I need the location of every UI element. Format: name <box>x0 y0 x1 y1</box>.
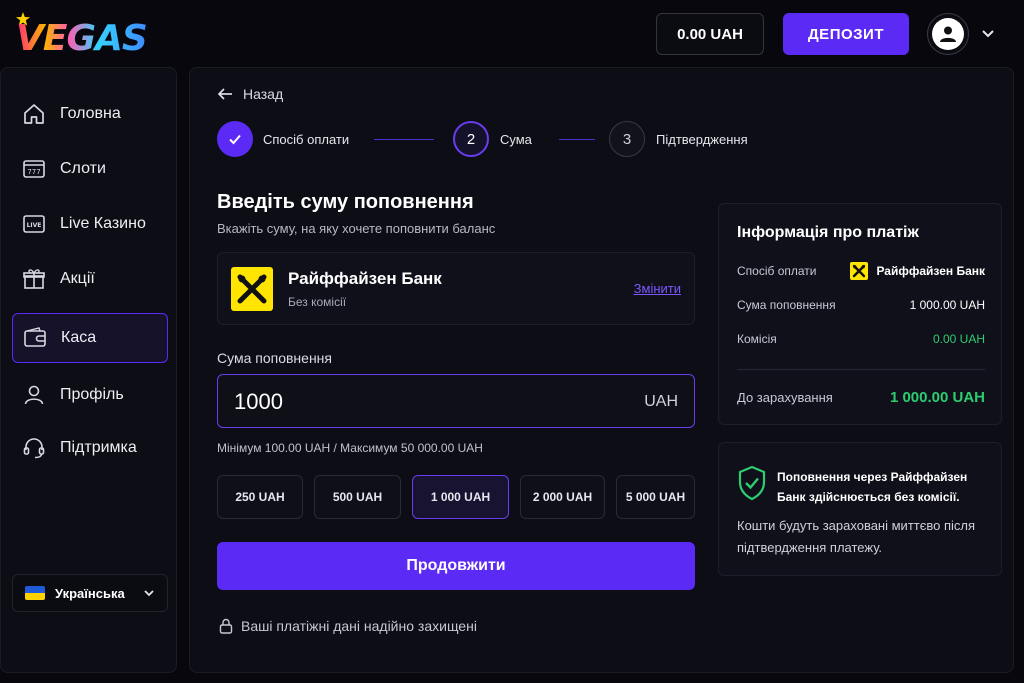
security-note: Ваші платіжні дані надійно захищені <box>219 618 477 634</box>
ukraine-flag-icon <box>25 586 45 600</box>
slots-icon: 777 <box>22 157 46 181</box>
info-value: 0.00 UAH <box>932 332 985 346</box>
note-text: Кошти будуть зараховані миттєво після пі… <box>737 518 976 555</box>
info-method-value: Райффайзен Банк <box>876 264 985 278</box>
info-row-method: Спосіб оплати Райффайзен Банк <box>737 262 985 280</box>
sidebar-item-profile[interactable]: Профіль <box>12 370 168 420</box>
step-connector <box>559 139 595 140</box>
chevron-down-icon[interactable] <box>981 27 995 41</box>
logo-text: VEGAS <box>16 18 148 59</box>
amount-input[interactable]: 1000 UAH <box>217 374 695 428</box>
payment-info-card: Інформація про платіж Спосіб оплати Райф… <box>718 203 1002 425</box>
language-label: Українська <box>55 585 125 601</box>
svg-text:777: 777 <box>27 168 40 176</box>
sidebar-item-label: Підтримка <box>60 439 137 456</box>
amount-value: 1000 <box>234 389 283 414</box>
info-row-amount: Сума поповнення 1 000.00 UAH <box>737 298 985 312</box>
amount-limits: Мінімум 100.00 UAH / Максимум 50 000.00 … <box>217 441 483 455</box>
bank-fee: Без комісії <box>288 295 347 309</box>
payment-info-title: Інформація про платіж <box>737 224 919 241</box>
info-total-value: 1 000.00 UAH <box>889 389 985 406</box>
amount-label: Сума поповнення <box>217 350 332 366</box>
back-link[interactable]: Назад <box>217 86 283 102</box>
step-3-number: 3 <box>622 130 632 148</box>
step-3-label: Підтвердження <box>656 132 748 147</box>
vegas-logo[interactable]: VEGAS <box>14 12 164 59</box>
info-row-total: До зарахування 1 000.00 UAH <box>737 389 985 406</box>
sidebar: Головна 777 Слоти LIVE Live Казино Акції… <box>0 67 177 673</box>
sidebar-item-label: Live Казино <box>60 215 146 232</box>
sidebar-item-label: Акції <box>60 270 95 287</box>
lock-icon <box>219 618 233 634</box>
raiffeisen-logo-icon <box>850 262 869 280</box>
preset-250-button[interactable]: 250 UAH <box>217 475 303 519</box>
preset-5000-button[interactable]: 5 000 UAH <box>616 475 695 519</box>
user-icon <box>22 383 46 407</box>
change-method-link[interactable]: Змінити <box>634 281 681 296</box>
wallet-icon <box>23 326 47 350</box>
sidebar-item-label: Слоти <box>60 160 106 177</box>
sidebar-item-support[interactable]: Підтримка <box>12 423 168 473</box>
step-2-label: Сума <box>500 132 532 147</box>
info-value: Райффайзен Банк <box>850 262 985 280</box>
raiffeisen-logo-icon <box>231 267 273 311</box>
sidebar-item-cashier[interactable]: Каса <box>12 313 168 363</box>
step-1-circle <box>217 121 253 157</box>
back-label: Назад <box>243 86 284 102</box>
info-key: Комісія <box>737 332 777 346</box>
deposit-button[interactable]: ДЕПОЗИТ <box>783 13 909 55</box>
security-note-text: Ваші платіжні дані надійно захищені <box>241 618 477 634</box>
step-2-number: 2 <box>466 130 476 148</box>
info-key: Сума поповнення <box>737 298 836 312</box>
sidebar-item-label: Каса <box>61 329 97 346</box>
preset-1000-button[interactable]: 1 000 UAH <box>412 475 509 519</box>
language-selector[interactable]: Українська <box>12 574 168 612</box>
note-title: Поповнення через Райффайзен Банк здійсню… <box>777 470 968 504</box>
balance-button[interactable]: 0.00 UAH <box>656 13 764 55</box>
gift-icon <box>22 267 46 291</box>
step-2-circle: 2 <box>453 121 489 157</box>
sidebar-item-slots[interactable]: 777 Слоти <box>12 144 168 194</box>
headset-icon <box>22 436 46 460</box>
page-title: Введіть суму поповнення <box>217 191 474 213</box>
sidebar-item-label: Головна <box>60 105 121 122</box>
preset-2000-button[interactable]: 2 000 UAH <box>520 475 605 519</box>
step-connector <box>374 139 434 140</box>
continue-button[interactable]: Продовжити <box>217 542 695 590</box>
home-icon <box>22 102 46 126</box>
sidebar-item-home[interactable]: Головна <box>12 89 168 139</box>
top-header: VEGAS 0.00 UAH ДЕПОЗИТ <box>0 0 1024 66</box>
info-key: Спосіб оплати <box>737 264 817 278</box>
no-fee-note-card: Поповнення через Райффайзен Банк здійсню… <box>718 442 1002 576</box>
sidebar-item-label: Профіль <box>60 386 124 403</box>
live-icon: LIVE <box>22 212 46 236</box>
amount-currency: UAH <box>644 393 678 410</box>
arrow-left-icon <box>217 88 232 100</box>
check-icon <box>229 134 241 145</box>
divider <box>737 369 985 370</box>
user-avatar-icon <box>940 26 956 42</box>
deposit-panel: Назад Спосіб оплати 2 Сума 3 Підтверджен… <box>189 67 1014 673</box>
step-1-label: Спосіб оплати <box>263 132 350 147</box>
payment-method-card: Райффайзен Банк Без комісії Змінити <box>217 252 695 325</box>
svg-text:LIVE: LIVE <box>27 222 42 229</box>
info-row-fee: Комісія 0.00 UAH <box>737 332 985 346</box>
avatar[interactable] <box>927 13 969 55</box>
info-value: 1 000.00 UAH <box>909 298 985 312</box>
chevron-down-icon <box>144 590 154 597</box>
info-total-key: До зарахування <box>737 390 833 405</box>
page-subtitle: Вкажіть суму, на яку хочете поповнити ба… <box>217 221 496 236</box>
shield-check-icon <box>738 465 766 501</box>
step-3-circle: 3 <box>609 121 645 157</box>
sidebar-item-promotions[interactable]: Акції <box>12 254 168 304</box>
bank-name: Райффайзен Банк <box>288 269 442 288</box>
preset-500-button[interactable]: 500 UAH <box>314 475 401 519</box>
sidebar-item-live-casino[interactable]: LIVE Live Казино <box>12 199 168 249</box>
